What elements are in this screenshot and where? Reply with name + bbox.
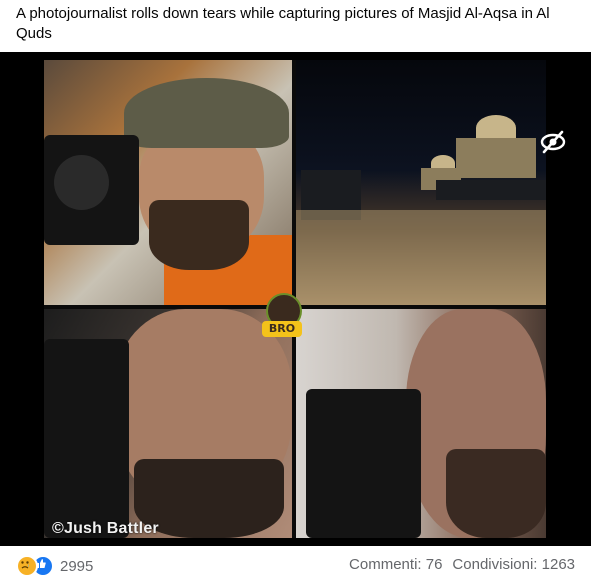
post-footer: 2995 Commenti: 76 Condivisioni: 1263 [0, 546, 591, 585]
post-text: A photojournalist rolls down tears while… [16, 5, 550, 42]
eye-slash-icon[interactable] [538, 128, 568, 156]
photo-panel-al-aqsa-night [296, 60, 546, 305]
post-image[interactable]: BRO ©Jush Battler [0, 52, 591, 546]
comments-count-link[interactable]: Commenti: 76 [349, 556, 442, 573]
photo-panel-photographer-cap [44, 60, 292, 305]
shares-count-link[interactable]: Condivisioni: 1263 [452, 556, 575, 573]
bro-badge: BRO [262, 293, 302, 341]
post-stats: Commenti: 76 Condivisioni: 1263 [349, 556, 575, 573]
photo-panel-closeup-tears [44, 309, 292, 538]
reaction-count: 2995 [60, 557, 94, 575]
reactions-summary[interactable]: 2995 [16, 555, 94, 577]
photo-panel-profile-tears [296, 309, 546, 538]
bro-label: BRO [262, 321, 302, 337]
sad-reaction-icon [16, 555, 38, 577]
watermark: ©Jush Battler [52, 520, 159, 537]
photo-collage: BRO ©Jush Battler [44, 60, 546, 538]
